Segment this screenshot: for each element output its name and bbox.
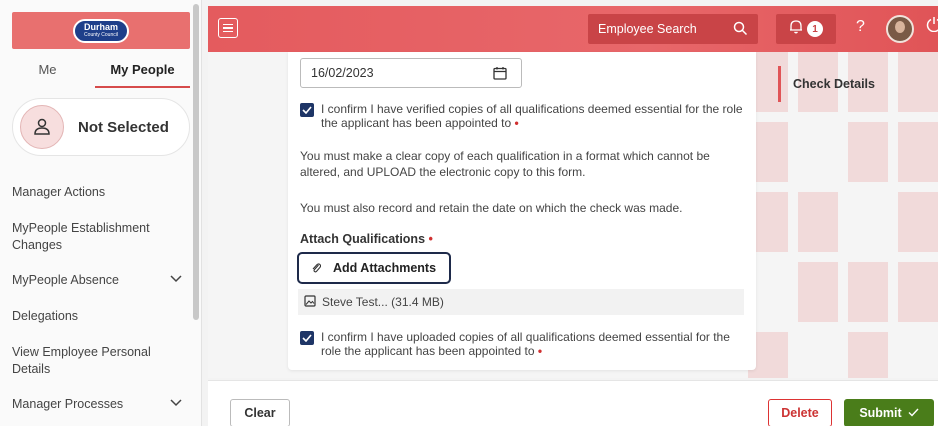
date-instructions: You must also record and retain the date… bbox=[300, 201, 683, 215]
sidebar-item-label: View Employee Personal Details bbox=[12, 345, 151, 376]
required-marker: • bbox=[537, 344, 543, 358]
check-date-input[interactable] bbox=[311, 66, 471, 80]
delete-button[interactable]: Delete bbox=[768, 399, 832, 426]
chevron-down-icon bbox=[170, 272, 182, 289]
sidebar-item-manager-processes[interactable]: Manager Processes bbox=[12, 396, 188, 413]
power-icon[interactable] bbox=[926, 16, 938, 37]
sidebar-item-mypeople-absence[interactable]: MyPeople Absence bbox=[12, 272, 188, 289]
check-details-step[interactable]: Check Details bbox=[778, 66, 875, 102]
sidebar-item-manager-actions[interactable]: Manager Actions bbox=[12, 184, 188, 201]
sidebar-item-label: Manager Actions bbox=[12, 185, 106, 199]
paperclip-icon bbox=[311, 261, 322, 276]
sidebar-item-label: Manager Processes bbox=[12, 397, 124, 411]
confirm-uploaded-text: I confirm I have uploaded copies of all … bbox=[321, 330, 730, 358]
sidebar-item-establishment-changes[interactable]: MyPeople Establishment Changes bbox=[12, 220, 172, 254]
sidebar-item-delegations[interactable]: Delegations bbox=[12, 308, 188, 325]
clear-button[interactable]: Clear bbox=[230, 399, 290, 426]
sidebar: Durham County Council Me My People Not S… bbox=[0, 0, 202, 426]
bell-icon bbox=[789, 19, 803, 39]
menu-toggle-button[interactable] bbox=[218, 18, 238, 38]
confirm-verified-label: I confirm I have verified copies of all … bbox=[321, 102, 751, 130]
confirm-uploaded-row: I confirm I have uploaded copies of all … bbox=[300, 330, 751, 358]
user-avatar[interactable] bbox=[886, 15, 914, 43]
search-icon[interactable] bbox=[733, 21, 748, 39]
attach-label-text: Attach Qualifications bbox=[300, 232, 426, 246]
confirm-verified-checkbox[interactable] bbox=[300, 103, 314, 117]
durham-logo: Durham County Council bbox=[73, 18, 129, 43]
sidebar-tabs: Me My People bbox=[0, 60, 190, 88]
attached-file-name: Steve Test... (31.4 MB) bbox=[322, 295, 444, 309]
add-attachments-label: Add Attachments bbox=[333, 261, 437, 275]
sidebar-item-label: MyPeople Absence bbox=[12, 273, 120, 287]
sidebar-item-label: Delegations bbox=[12, 309, 79, 323]
sidebar-item-label: MyPeople Establishment Changes bbox=[12, 221, 150, 252]
calendar-icon[interactable] bbox=[493, 66, 507, 83]
qualification-form: I confirm I have verified copies of all … bbox=[288, 52, 756, 370]
copy-instructions: You must make a clear copy of each quali… bbox=[300, 149, 710, 179]
submit-button[interactable]: Submit bbox=[844, 399, 934, 426]
selected-person-card[interactable]: Not Selected bbox=[12, 98, 190, 156]
confirm-uploaded-label: I confirm I have uploaded copies of all … bbox=[321, 330, 751, 358]
required-marker: • bbox=[428, 232, 433, 246]
tab-my-people[interactable]: My People bbox=[95, 60, 190, 88]
logo-text: Durham bbox=[83, 21, 118, 32]
checkmark-icon bbox=[908, 406, 919, 420]
person-icon bbox=[20, 105, 64, 149]
confirm-verified-row: I confirm I have verified copies of all … bbox=[300, 102, 751, 130]
employee-search-input[interactable] bbox=[598, 22, 718, 36]
confirm-uploaded-checkbox[interactable] bbox=[300, 331, 314, 345]
add-attachments-button[interactable]: Add Attachments bbox=[297, 252, 451, 284]
notifications-button[interactable]: 1 bbox=[776, 14, 836, 44]
image-file-icon bbox=[304, 294, 316, 310]
logo-box[interactable]: Durham County Council bbox=[12, 12, 190, 49]
confirm-verified-text: I confirm I have verified copies of all … bbox=[321, 102, 743, 130]
required-marker: • bbox=[514, 116, 519, 130]
employee-search[interactable] bbox=[588, 14, 758, 44]
notification-count-badge: 1 bbox=[807, 21, 823, 37]
attached-file-item[interactable]: Steve Test... (31.4 MB) bbox=[298, 289, 744, 315]
logo-subtext: County Council bbox=[84, 31, 118, 38]
help-icon[interactable]: ? bbox=[856, 18, 865, 36]
submit-label: Submit bbox=[859, 406, 902, 420]
form-footer: Clear Delete Submit bbox=[208, 380, 938, 426]
attach-qualifications-label: Attach Qualifications • bbox=[300, 232, 433, 246]
chevron-down-icon bbox=[170, 396, 182, 413]
selected-person-name: Not Selected bbox=[78, 118, 169, 136]
check-date-field[interactable] bbox=[300, 58, 522, 88]
top-header: 1 ? bbox=[208, 6, 938, 52]
sidebar-scrollbar[interactable] bbox=[193, 4, 199, 320]
sidebar-item-view-employee-details[interactable]: View Employee Personal Details bbox=[12, 344, 172, 378]
tab-me[interactable]: Me bbox=[0, 60, 95, 88]
